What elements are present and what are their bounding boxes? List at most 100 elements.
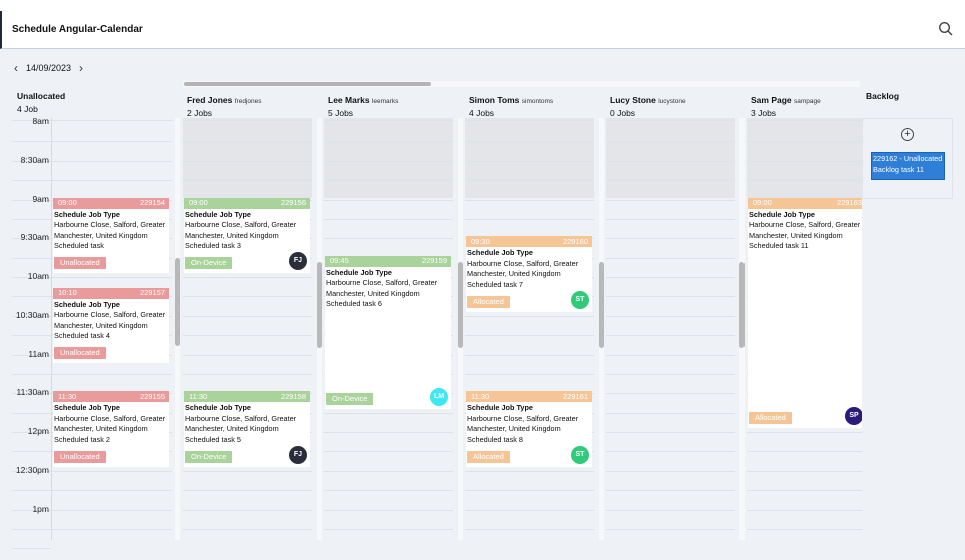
non-working-hours	[183, 118, 312, 198]
backlog-item[interactable]: 229162 - Unallocated Backlog task 11	[871, 152, 945, 180]
event-card[interactable]: 09:00 229154 Schedule Job Type Harbourne Cl…	[53, 197, 169, 273]
resource-name-text: Fred Jones	[187, 95, 233, 105]
time-slot-line	[183, 120, 312, 121]
time-slot-line	[606, 315, 735, 317]
next-day-button[interactable]: ›	[79, 61, 83, 75]
time-slot-line	[465, 490, 594, 492]
resource-column[interactable]	[606, 118, 735, 540]
vertical-scrollbar[interactable]	[175, 118, 180, 540]
event-type: Schedule Job Type	[185, 209, 251, 219]
time-slot-line	[465, 335, 594, 337]
event-card[interactable]: 09:00 229163 Schedule Job Type Harbourne Cl…	[748, 197, 862, 428]
time-slot-line	[12, 180, 51, 182]
resource-job-count: 3 Jobs	[751, 108, 777, 118]
vertical-scrollbar[interactable]	[317, 118, 322, 540]
time-slot-line	[606, 393, 735, 395]
time-slot-line	[747, 490, 862, 492]
time-slot-line	[465, 120, 594, 121]
time-slot-line	[52, 490, 172, 492]
event-task: Scheduled task 4	[54, 331, 110, 341]
unallocated-title: Unallocated	[17, 91, 66, 101]
time-slot-line	[324, 490, 453, 492]
time-slot-line	[52, 373, 172, 375]
time-slot-line	[606, 180, 735, 182]
resource-name-text: Lee Marks	[328, 95, 370, 105]
status-badge: Unallocated	[54, 257, 106, 269]
plus-circle-icon[interactable]: +	[901, 128, 914, 141]
event-address: Harbourne Close, Salford, Greater Manche…	[467, 258, 579, 279]
event-card[interactable]: 11:30 229158 Schedule Job Type Harbourne Cl…	[184, 391, 310, 467]
event-card[interactable]: 09:30 229160 Schedule Job Type Harbourne Cl…	[466, 236, 592, 312]
status-badge: Allocated	[467, 450, 510, 463]
scrollbar-thumb[interactable]	[184, 82, 431, 86]
resource-name: Lee Marks leemarks	[328, 95, 398, 105]
time-slot-line	[324, 160, 453, 162]
search-icon[interactable]	[938, 21, 954, 37]
resource-column[interactable]: 09:30 229160 Schedule Job Type Harbourne Cl…	[465, 118, 594, 540]
time-slot-line	[465, 509, 594, 511]
time-slot-line	[183, 528, 312, 530]
event-card[interactable]: 11:30 229161 Schedule Job Type Harbourne Cl…	[466, 391, 592, 467]
app-header: Schedule Angular-Calendar	[0, 11, 965, 49]
time-slot-line	[606, 257, 735, 259]
resource-username: leemarks	[371, 98, 399, 105]
time-slot-line	[324, 470, 453, 472]
vertical-scrollbar[interactable]	[739, 118, 744, 540]
resource-name-text: Sam Page	[751, 95, 792, 105]
event-card[interactable]: 10:10 229157 Schedule Job Type Harbourne Cl…	[53, 287, 169, 364]
avatar: SP	[845, 407, 862, 425]
event-id: 229163	[836, 197, 862, 207]
time-slot-line	[606, 528, 735, 530]
time-label: 8:30am	[20, 154, 49, 165]
time-slot-line	[747, 451, 862, 453]
time-slot-line	[183, 335, 312, 337]
resource-username: simontoms	[521, 98, 554, 105]
time-slot-line	[324, 412, 453, 414]
time-slot-line	[465, 180, 594, 182]
time-slot-line	[12, 451, 51, 453]
vertical-scrollbar[interactable]	[599, 118, 604, 540]
backlog-title: Backlog	[866, 91, 900, 101]
time-slot-line	[747, 180, 862, 182]
resource-name: Lucy Stone lucystone	[610, 95, 686, 105]
page-title: Schedule Angular-Calendar	[12, 24, 143, 35]
time-slot-line	[606, 490, 735, 492]
event-card[interactable]: 09:00 229156 Schedule Job Type Harbourne Cl…	[184, 197, 310, 273]
event-address: Harbourne Close, Salford, Greater Manche…	[185, 413, 297, 434]
event-type: Schedule Job Type	[749, 209, 815, 219]
resource-column[interactable]: 09:45 229159 Schedule Job Type Harbourne Cl…	[324, 118, 453, 540]
resource-column[interactable]: 09:00 229156 Schedule Job Type Harbourne Cl…	[183, 118, 312, 540]
time-slot-line	[52, 277, 172, 278]
time-slot-line	[324, 509, 453, 511]
current-date: 14/09/2023	[26, 63, 72, 73]
time-slot-line	[52, 120, 172, 121]
resource-name-text: Lucy Stone	[610, 95, 656, 105]
time-slot-line	[606, 451, 735, 453]
time-slot-line	[183, 509, 312, 511]
event-card[interactable]: 11:30 229155 Schedule Job Type Harbourne Cl…	[53, 391, 169, 467]
resource-job-count: 5 Jobs	[328, 108, 354, 118]
vertical-scrollbar[interactable]	[458, 118, 463, 540]
event-task: Scheduled task 8	[467, 434, 523, 444]
unallocated-column[interactable]: 09:00 229154 Schedule Job Type Harbourne Cl…	[52, 118, 172, 540]
horizontal-scrollbar[interactable]	[183, 81, 860, 87]
status-badge: Allocated	[749, 412, 792, 424]
time-slot-line	[183, 141, 312, 143]
time-slot-line	[324, 432, 453, 433]
time-slot-line	[606, 470, 735, 472]
event-type: Schedule Job Type	[467, 248, 533, 258]
time-slot-line	[12, 548, 51, 550]
time-slot-line	[465, 141, 594, 143]
prev-day-button[interactable]: ‹	[14, 61, 18, 75]
time-label: 12:30pm	[15, 464, 49, 475]
time-label: 10am	[27, 271, 49, 281]
time-slot-line	[606, 199, 735, 201]
event-task: Scheduled task 5	[185, 434, 241, 444]
event-time: 09:00	[58, 197, 77, 207]
time-slot-line	[606, 335, 735, 337]
event-card[interactable]: 09:45 229159 Schedule Job Type Harbourne Cl…	[325, 255, 451, 409]
event-address: Harbourne Close, Salford, Greater Manche…	[54, 310, 166, 330]
time-slot-line	[747, 470, 862, 472]
resource-column[interactable]: 09:00 229163 Schedule Job Type Harbourne Cl…	[747, 118, 862, 540]
time-slot-line	[747, 160, 862, 162]
